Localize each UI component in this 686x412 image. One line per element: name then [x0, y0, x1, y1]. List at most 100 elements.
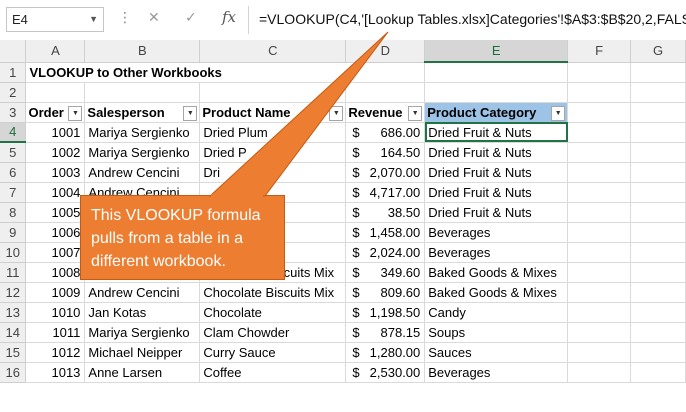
cell-product-name[interactable]: Coffee — [199, 362, 347, 383]
row-header-16[interactable]: 16 — [0, 362, 27, 383]
cell-product-category[interactable]: Beverages — [424, 222, 569, 243]
cell[interactable] — [567, 262, 632, 283]
cell-product-name[interactable]: Clam Chowder — [199, 322, 347, 343]
row-header-6[interactable]: 6 — [0, 162, 27, 183]
cell-product-name[interactable]: Chocolate — [199, 302, 347, 323]
column-header-g[interactable]: G — [630, 40, 686, 63]
cell[interactable] — [567, 202, 632, 223]
filter-dropdown-icon[interactable]: ▼ — [183, 105, 198, 121]
row-header-12[interactable]: 12 — [0, 282, 27, 303]
cell[interactable] — [630, 342, 686, 363]
cell-revenue[interactable]: $164.50 — [345, 142, 426, 163]
cell-salesperson[interactable]: Jan Kotas — [84, 302, 201, 323]
cell-revenue[interactable]: $1,280.00 — [345, 342, 426, 363]
formula-input[interactable]: =VLOOKUP(C4,'[Lookup Tables.xlsx]Categor… — [259, 11, 686, 27]
cell[interactable] — [630, 82, 686, 103]
cell[interactable] — [567, 342, 632, 363]
cell[interactable] — [567, 322, 632, 343]
header-product-category[interactable]: Product Category ▼ — [424, 102, 569, 123]
cell[interactable] — [630, 282, 686, 303]
cell-product-name[interactable]: Dri — [199, 162, 347, 183]
cell[interactable] — [630, 202, 686, 223]
cell[interactable] — [567, 62, 632, 83]
cell[interactable] — [630, 142, 686, 163]
cell-order[interactable]: 1006 — [25, 222, 86, 243]
row-header-3[interactable]: 3 — [0, 102, 27, 123]
cell[interactable] — [25, 82, 86, 103]
cell-revenue[interactable]: $2,024.00 — [345, 242, 426, 263]
row-header-11[interactable]: 11 — [0, 262, 27, 283]
row-header-10[interactable]: 10 — [0, 242, 27, 263]
cell[interactable] — [199, 82, 347, 103]
filter-dropdown-icon[interactable]: ▼ — [551, 105, 566, 121]
row-header-13[interactable]: 13 — [0, 302, 27, 323]
enter-icon[interactable]: ✓ — [185, 9, 197, 26]
cell-revenue[interactable]: $2,070.00 — [345, 162, 426, 183]
cell-revenue[interactable]: $686.00 — [345, 122, 426, 143]
cell-product-category[interactable]: Beverages — [424, 242, 569, 263]
drag-handle-icon[interactable]: ⋮ — [118, 9, 132, 26]
row-header-15[interactable]: 15 — [0, 342, 27, 363]
cell-product-name[interactable]: Chocolate Biscuits Mix — [199, 282, 347, 303]
cell-product-category[interactable]: Dried Fruit & Nuts — [424, 182, 569, 203]
header-revenue[interactable]: Revenue ▼ — [345, 102, 426, 123]
row-header-9[interactable]: 9 — [0, 222, 27, 243]
cell-product-category[interactable]: Candy — [424, 302, 569, 323]
cell[interactable] — [567, 282, 632, 303]
cell[interactable] — [630, 302, 686, 323]
cell[interactable] — [345, 82, 426, 103]
cell-order[interactable]: 1011 — [25, 322, 86, 343]
cell[interactable] — [567, 122, 632, 143]
column-header-c[interactable]: C — [199, 40, 347, 63]
cell[interactable] — [567, 222, 632, 243]
cell-revenue[interactable]: $349.60 — [345, 262, 426, 283]
cell-order[interactable]: 1008 — [25, 262, 86, 283]
cell-order[interactable]: 1001 — [25, 122, 86, 143]
cell-product-name[interactable]: Dried P — [199, 142, 347, 163]
cell-order[interactable]: 1004 — [25, 182, 86, 203]
cell-salesperson[interactable]: Michael Neipper — [84, 342, 201, 363]
insert-function-button[interactable]: fx — [222, 8, 236, 26]
cell-revenue[interactable]: $2,530.00 — [345, 362, 426, 383]
row-header-8[interactable]: 8 — [0, 202, 27, 223]
cell-order[interactable]: 1012 — [25, 342, 86, 363]
row-header-1[interactable]: 1 — [0, 62, 27, 83]
cell-product-name[interactable]: Curry Sauce — [199, 342, 347, 363]
cell-product-name[interactable]: Dried Plum — [199, 122, 347, 143]
row-header-5[interactable]: 5 — [0, 142, 27, 163]
cell-product-category[interactable]: Dried Fruit & Nuts — [424, 162, 569, 183]
cell-product-category[interactable]: Baked Goods & Mixes — [424, 282, 569, 303]
cell[interactable] — [567, 102, 632, 123]
cell-product-category[interactable]: Dried Fruit & Nuts — [424, 142, 569, 163]
row-header-4[interactable]: 4 — [0, 122, 27, 143]
cell-product-category[interactable]: Soups — [424, 322, 569, 343]
column-header-a[interactable]: A — [25, 40, 86, 63]
header-product-name[interactable]: Product Name ▼ — [199, 102, 347, 123]
column-header-f[interactable]: F — [567, 40, 632, 63]
name-box[interactable]: E4 ▼ — [6, 7, 104, 32]
cell[interactable] — [630, 102, 686, 123]
cell-product-category[interactable]: Dried Fruit & Nuts — [424, 122, 569, 143]
cell[interactable] — [567, 82, 632, 103]
header-order[interactable]: Order ▼ — [25, 102, 86, 123]
cell[interactable] — [424, 82, 569, 103]
cell-order[interactable]: 1003 — [25, 162, 86, 183]
cell-product-category[interactable]: Beverages — [424, 362, 569, 383]
cell-order[interactable]: 1007 — [25, 242, 86, 263]
row-header-7[interactable]: 7 — [0, 182, 27, 203]
cell[interactable] — [630, 322, 686, 343]
cell[interactable] — [567, 242, 632, 263]
filter-dropdown-icon[interactable]: ▼ — [408, 105, 423, 121]
cell-product-category[interactable]: Sauces — [424, 342, 569, 363]
cell-revenue[interactable]: $4,717.00 — [345, 182, 426, 203]
header-salesperson[interactable]: Salesperson ▼ — [84, 102, 201, 123]
cell-order[interactable]: 1010 — [25, 302, 86, 323]
row-header-14[interactable]: 14 — [0, 322, 27, 343]
column-header-d[interactable]: D — [345, 40, 426, 63]
cell-product-category[interactable]: Baked Goods & Mixes — [424, 262, 569, 283]
column-header-e[interactable]: E — [424, 40, 569, 63]
row-header-2[interactable]: 2 — [0, 82, 27, 103]
cell-salesperson[interactable]: Andrew Cencini — [84, 282, 201, 303]
cell[interactable] — [567, 302, 632, 323]
filter-dropdown-icon[interactable]: ▼ — [68, 105, 83, 121]
